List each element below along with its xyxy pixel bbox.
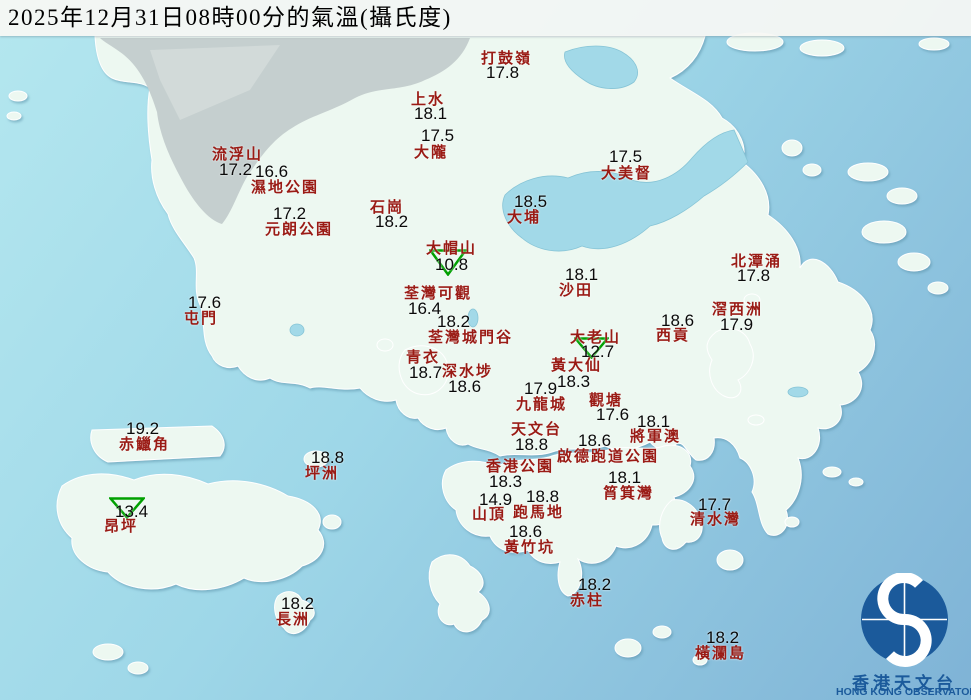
station-value: 18.3 <box>489 472 523 491</box>
station-value: 18.6 <box>578 431 612 450</box>
station-value: 18.8 <box>311 448 345 467</box>
station-value: 18.1 <box>414 104 448 123</box>
station-value: 17.6 <box>188 293 222 312</box>
stations-layer: 打鼓嶺 17.8 上水 18.1 大隴 17.5 流浮山 17.2 濕地公園 16.6 元朗公園 17… <box>0 0 971 700</box>
station-value: 17.2 <box>273 204 307 223</box>
station-value: 17.9 <box>524 379 558 398</box>
station-value: 18.2 <box>578 575 612 594</box>
station-value: 18.2 <box>281 594 315 613</box>
station-value: 18.8 <box>526 487 560 506</box>
station-value: 18.2 <box>437 312 471 331</box>
observatory-emblem-icon <box>861 573 948 667</box>
station-value: 18.2 <box>375 212 409 231</box>
station-value: 17.8 <box>486 63 520 82</box>
station-value: 17.5 <box>421 126 455 145</box>
logo-title-english: HONG KONG OBSERVATORY <box>836 686 971 698</box>
hko-logo: 香港天文台 HONG KONG OBSERVATORY <box>836 573 971 700</box>
station-value: 18.5 <box>514 192 548 211</box>
station-value: 17.5 <box>609 147 643 166</box>
station-value: 18.6 <box>448 377 482 396</box>
station-value: 18.8 <box>515 435 549 454</box>
station-value: 18.1 <box>565 265 599 284</box>
station-value: 10.8 <box>435 255 469 274</box>
station-value: 18.7 <box>409 363 443 382</box>
station-value: 17.8 <box>737 266 771 285</box>
station-value: 18.6 <box>661 311 695 330</box>
station-value: 17.9 <box>720 315 754 334</box>
station-value: 17.2 <box>219 160 253 179</box>
station-value: 18.2 <box>706 628 740 647</box>
station-value: 17.7 <box>698 495 732 514</box>
station-value: 16.6 <box>255 162 289 181</box>
station-value: 18.1 <box>608 468 642 487</box>
station-value: 18.3 <box>557 372 591 391</box>
station-value: 19.2 <box>126 419 160 438</box>
station-value: 13.4 <box>115 502 149 521</box>
map-title: 2025年12月31日08時00分的氣溫(攝氏度) <box>8 5 452 30</box>
station-value: 14.9 <box>479 490 513 509</box>
title-bar: 2025年12月31日08時00分的氣溫(攝氏度) <box>0 0 971 36</box>
station-value: 18.1 <box>637 412 671 431</box>
station-value: 17.6 <box>596 405 630 424</box>
station-value: 18.6 <box>509 522 543 541</box>
